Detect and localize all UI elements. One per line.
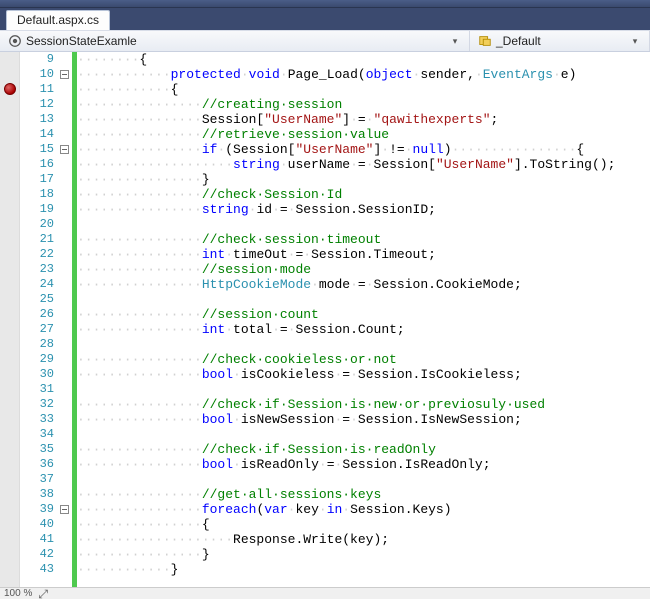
scope-dropdown[interactable]: SessionStateExamle ▾ (0, 31, 470, 51)
navigation-bar: SessionStateExamle ▾ _Default ▾ (0, 30, 650, 52)
code-line[interactable]: ················//session·mode (77, 262, 650, 277)
code-area[interactable]: ········{············protected·void·Page… (77, 52, 650, 587)
code-line[interactable]: ················//check·session·timeout (77, 232, 650, 247)
line-number: 35 (20, 442, 54, 457)
line-number: 13 (20, 112, 54, 127)
code-line[interactable]: ················bool·isCookieless·=·Sess… (77, 367, 650, 382)
outline-collapse-toggle[interactable] (60, 505, 69, 514)
line-number-gutter: 9101112131415161718192021222324252627282… (20, 52, 58, 587)
scope-label: SessionStateExamle (26, 34, 137, 48)
code-line[interactable]: ················Session["UserName"]·=·"q… (77, 112, 650, 127)
line-number: 33 (20, 412, 54, 427)
line-number: 17 (20, 172, 54, 187)
line-number: 9 (20, 52, 54, 67)
code-line[interactable]: ················int·total·=·Session.Coun… (77, 322, 650, 337)
code-line[interactable] (77, 382, 650, 397)
line-number: 42 (20, 547, 54, 562)
code-line[interactable]: ············protected·void·Page_Load(obj… (77, 67, 650, 82)
code-line[interactable]: ················//check·if·Session·is·re… (77, 442, 650, 457)
document-tab-label: Default.aspx.cs (17, 13, 99, 27)
code-line[interactable]: ············{ (77, 82, 650, 97)
line-number: 39 (20, 502, 54, 517)
line-number: 18 (20, 187, 54, 202)
code-line[interactable] (77, 337, 650, 352)
code-line[interactable]: ················int·timeOut·=·Session.Ti… (77, 247, 650, 262)
line-number: 29 (20, 352, 54, 367)
code-line[interactable]: ················//get·all·sessions·keys (77, 487, 650, 502)
titlebar-strip (0, 0, 650, 8)
document-tab-active[interactable]: Default.aspx.cs (6, 10, 110, 30)
line-number: 14 (20, 127, 54, 142)
code-line[interactable]: ················//check·Session·Id (77, 187, 650, 202)
line-number: 32 (20, 397, 54, 412)
chevron-down-icon: ▾ (629, 35, 641, 47)
line-number: 43 (20, 562, 54, 577)
line-number: 16 (20, 157, 54, 172)
line-number: 31 (20, 382, 54, 397)
line-number: 26 (20, 307, 54, 322)
line-number: 15 (20, 142, 54, 157)
code-editor[interactable]: 9101112131415161718192021222324252627282… (0, 52, 650, 587)
code-line[interactable] (77, 427, 650, 442)
class-icon (478, 34, 492, 48)
code-line[interactable]: ····················string·userName·=·Se… (77, 157, 650, 172)
line-number: 24 (20, 277, 54, 292)
line-number: 25 (20, 292, 54, 307)
code-line[interactable]: ················} (77, 547, 650, 562)
status-bar: 100 % ⤢ (0, 587, 650, 599)
line-number: 40 (20, 517, 54, 532)
namespace-icon (8, 34, 22, 48)
line-number: 34 (20, 427, 54, 442)
line-number: 12 (20, 97, 54, 112)
code-line[interactable]: ················foreach(var·key·in·Sessi… (77, 502, 650, 517)
document-tab-strip: Default.aspx.cs (0, 8, 650, 30)
code-line[interactable]: ····················Response.Write(key); (77, 532, 650, 547)
code-line[interactable] (77, 472, 650, 487)
line-number: 23 (20, 262, 54, 277)
code-line[interactable]: ················//creating·session (77, 97, 650, 112)
code-line[interactable]: ················//retrieve·session·value (77, 127, 650, 142)
outline-collapse-toggle[interactable] (60, 70, 69, 79)
line-number: 37 (20, 472, 54, 487)
line-number: 38 (20, 487, 54, 502)
line-number: 41 (20, 532, 54, 547)
line-number: 11 (20, 82, 54, 97)
code-line[interactable]: ················//check·cookieless·or·no… (77, 352, 650, 367)
code-line[interactable] (77, 292, 650, 307)
outline-collapse-toggle[interactable] (60, 145, 69, 154)
line-number: 10 (20, 67, 54, 82)
outline-margin[interactable] (58, 52, 72, 587)
code-line[interactable]: ················HttpCookieMode·mode·=·Se… (77, 277, 650, 292)
code-line[interactable]: ················{ (77, 517, 650, 532)
line-number: 28 (20, 337, 54, 352)
code-line[interactable]: ········{ (77, 52, 650, 67)
code-line[interactable]: ················bool·isReadOnly·=·Sessio… (77, 457, 650, 472)
line-number: 27 (20, 322, 54, 337)
member-dropdown[interactable]: _Default ▾ (470, 31, 650, 51)
breakpoint-margin[interactable] (0, 52, 20, 587)
line-number: 30 (20, 367, 54, 382)
line-number: 20 (20, 217, 54, 232)
line-number: 19 (20, 202, 54, 217)
code-line[interactable] (77, 217, 650, 232)
code-line[interactable]: ················//check·if·Session·is·ne… (77, 397, 650, 412)
expand-icon[interactable]: ⤢ (38, 589, 48, 599)
member-label: _Default (496, 34, 541, 48)
line-number: 21 (20, 232, 54, 247)
code-line[interactable]: ················bool·isNewSession·=·Sess… (77, 412, 650, 427)
code-line[interactable]: ················//session·count (77, 307, 650, 322)
zoom-level[interactable]: 100 % (4, 588, 32, 599)
line-number: 22 (20, 247, 54, 262)
breakpoint-marker[interactable] (4, 83, 16, 95)
code-line[interactable]: ················} (77, 172, 650, 187)
line-number: 36 (20, 457, 54, 472)
code-line[interactable]: ················string·id·=·Session.Sess… (77, 202, 650, 217)
code-line[interactable]: ················if·(Session["UserName"]·… (77, 142, 650, 157)
chevron-down-icon: ▾ (449, 35, 461, 47)
code-line[interactable]: ············} (77, 562, 650, 577)
